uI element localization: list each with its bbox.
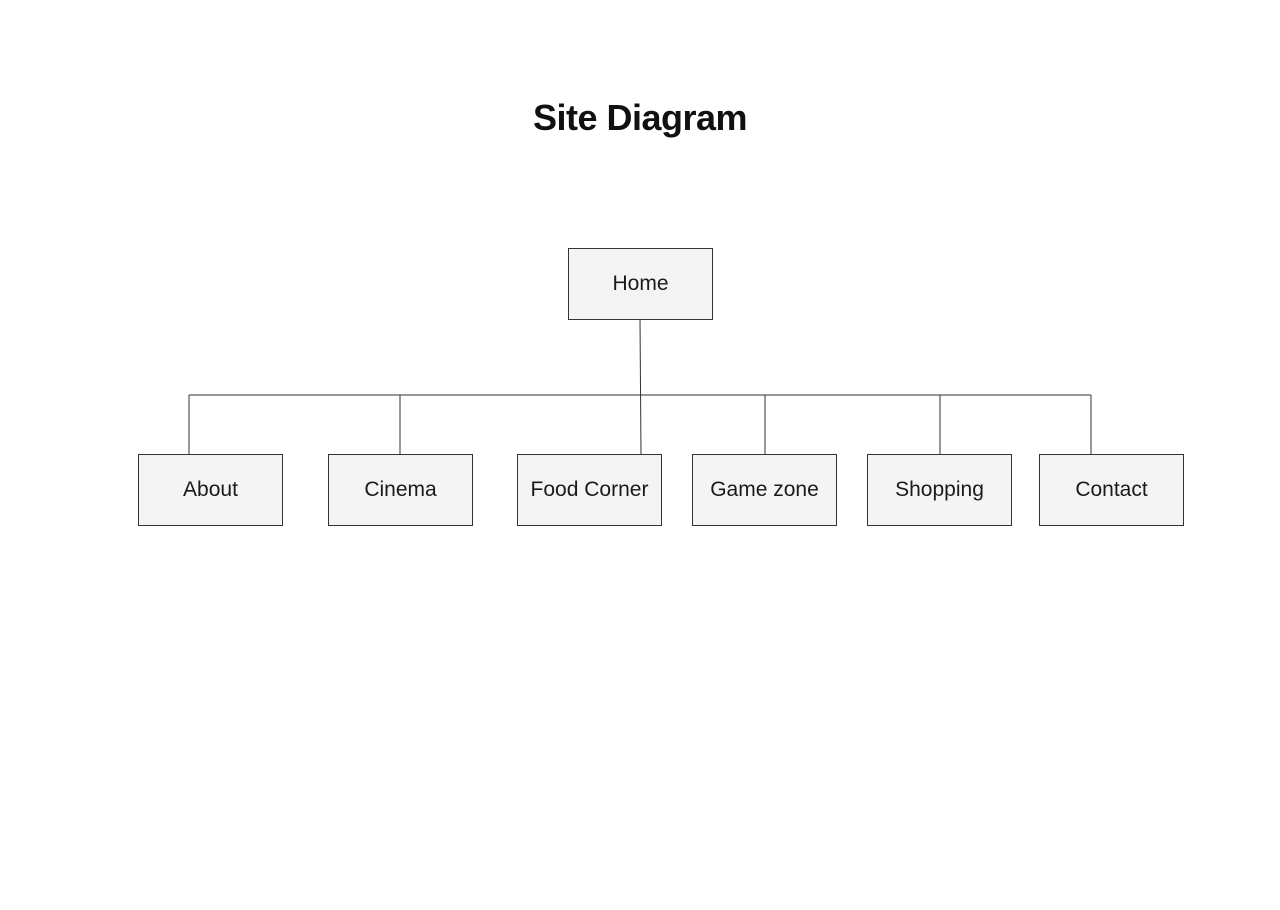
node-game-zone[interactable]: Game zone <box>692 454 837 526</box>
node-food-corner-label: Food Corner <box>530 478 649 501</box>
connector-home-trunk <box>639 318 642 455</box>
node-cinema[interactable]: Cinema <box>328 454 473 526</box>
diagram-title: Site Diagram <box>532 97 748 138</box>
node-contact[interactable]: Contact <box>1039 454 1184 526</box>
node-home[interactable]: Home <box>568 248 713 320</box>
node-cinema-label: Cinema <box>364 478 437 501</box>
node-game-zone-label: Game zone <box>710 478 819 501</box>
node-food-corner[interactable]: Food Corner <box>517 454 662 526</box>
node-about[interactable]: About <box>138 454 283 526</box>
node-about-label: About <box>183 478 238 501</box>
node-contact-label: Contact <box>1075 478 1148 501</box>
node-shopping[interactable]: Shopping <box>867 454 1012 526</box>
node-shopping-label: Shopping <box>895 478 984 501</box>
node-home-label: Home <box>612 272 669 295</box>
